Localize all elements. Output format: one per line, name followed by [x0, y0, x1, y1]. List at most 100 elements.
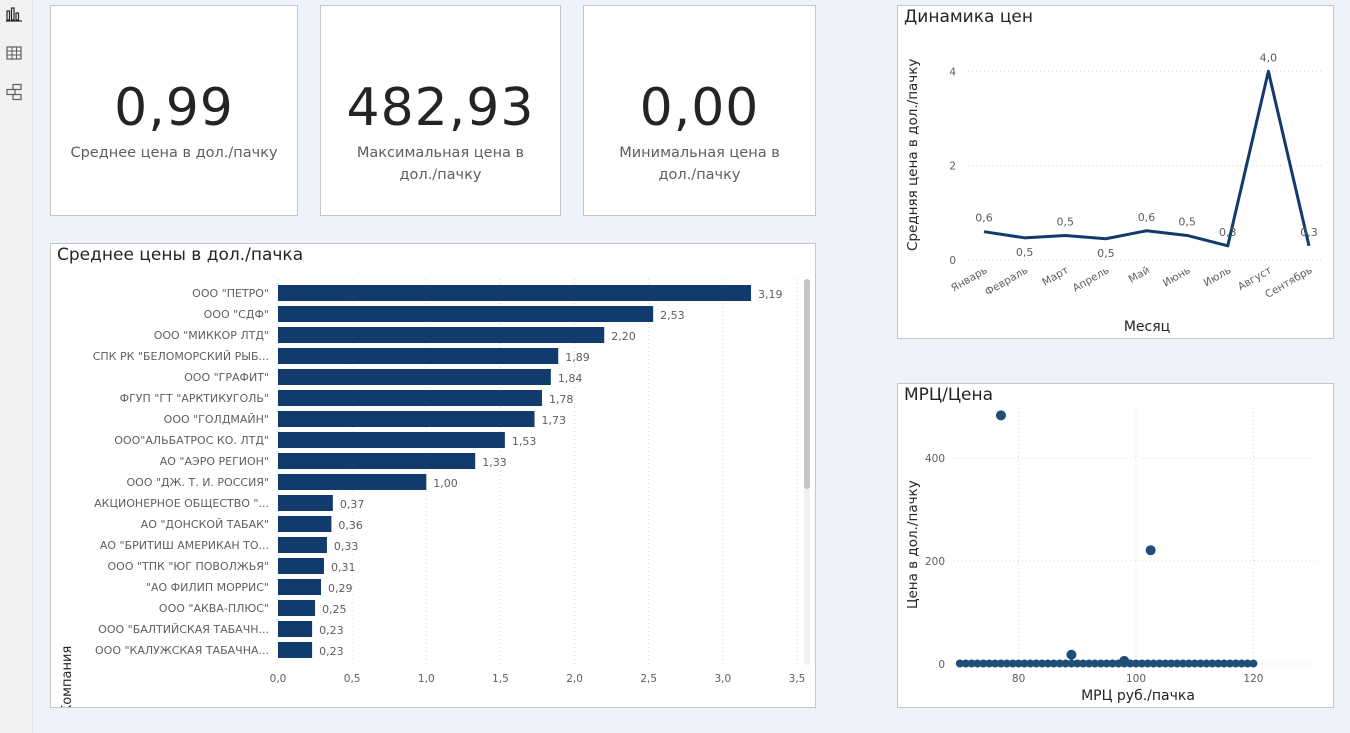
kpi-card-avg: 0,99 Среднее цена в дол./пачку	[50, 5, 298, 216]
y-tick-label: 200	[925, 556, 945, 568]
bar-chart-panel[interactable]: Среднее цены в дол./пачка Компания ООО "…	[50, 243, 816, 708]
data-label: 0,23	[319, 624, 344, 637]
x-tick-label: Май	[1127, 264, 1152, 286]
bar[interactable]	[278, 327, 605, 343]
kpi-label: Максимальная цена в дол./пачку	[356, 145, 525, 183]
category-label: ООО "АКВА-ПЛЮС"	[159, 602, 269, 615]
data-label: 0,37	[340, 498, 365, 511]
kpi-value: 0,99	[114, 78, 234, 138]
bar[interactable]	[278, 495, 333, 511]
kpi-value: 0,00	[639, 78, 760, 138]
data-point[interactable]	[995, 410, 1006, 421]
data-label: 0,31	[331, 561, 356, 574]
category-label: ООО "ГОЛДМАЙН"	[164, 413, 269, 426]
x-tick-label: Июнь	[1161, 264, 1193, 289]
data-point[interactable]	[1145, 545, 1156, 556]
bar[interactable]	[278, 411, 535, 427]
y-tick-label: 0	[938, 659, 945, 671]
x-tick-label: Февраль	[983, 264, 1030, 298]
bar[interactable]	[278, 600, 316, 616]
x-tick-label: 80	[1012, 673, 1025, 685]
y-tick-label: 400	[925, 453, 945, 465]
scrollbar-thumb[interactable]	[804, 279, 810, 489]
y-axis-title: Компания	[60, 646, 75, 707]
data-label: 0,3	[1300, 226, 1318, 239]
data-label: 0,36	[338, 519, 363, 532]
data-point[interactable]	[1119, 655, 1130, 666]
data-label: 0,5	[1178, 215, 1196, 228]
data-label: 0,5	[1057, 215, 1075, 228]
data-label: 0,6	[1138, 211, 1156, 224]
data-label: 1,33	[482, 456, 507, 469]
kpi-card-min: 0,00 Минимальная цена в дол./пачку	[583, 5, 816, 216]
bar[interactable]	[278, 453, 476, 469]
data-label: 1,73	[542, 414, 567, 427]
category-label: ООО "ТПК "ЮГ ПОВОЛЖЬЯ"	[108, 560, 269, 573]
data-label: 1,84	[558, 372, 583, 385]
data-label: 1,53	[512, 435, 537, 448]
category-label: ООО "МИККОР ЛТД"	[154, 329, 269, 342]
bar[interactable]	[278, 516, 332, 532]
table-icon[interactable]	[5, 44, 23, 62]
data-label: 0,33	[334, 540, 359, 553]
bar[interactable]	[278, 537, 327, 553]
y-tick-label: 0	[949, 255, 956, 267]
bar-chart-icon[interactable]	[5, 5, 23, 23]
data-label: 0,6	[975, 212, 993, 225]
category-label: АО "АЭРО РЕГИОН"	[160, 455, 269, 468]
bar[interactable]	[278, 306, 654, 322]
line-chart: Средняя цена в дол./пачку Месяц 024 Янва…	[905, 51, 1323, 335]
bar[interactable]	[278, 558, 324, 574]
category-label: АО "ДОНСКОЙ ТАБАК"	[141, 518, 269, 531]
x-tick-label: 100	[1126, 673, 1146, 685]
bar[interactable]	[278, 432, 505, 448]
data-label: 1,78	[549, 393, 574, 406]
category-label: ООО "СДФ"	[204, 308, 269, 321]
data-label: 0,29	[328, 582, 353, 595]
data-point[interactable]	[1249, 659, 1258, 668]
category-label: ООО "ДЖ. Т. И. РОССИЯ"	[127, 476, 269, 489]
y-axis-title: Средняя цена в дол./пачку	[905, 59, 921, 251]
left-sidebar	[0, 0, 33, 733]
data-label: 1,00	[433, 477, 458, 490]
category-label: ФГУП "ГТ "АРКТИКУГОЛЬ"	[120, 392, 269, 405]
x-tick-label: 3,5	[789, 673, 806, 685]
x-tick-label: 3,0	[715, 673, 732, 685]
x-tick-label: 0,5	[344, 673, 361, 685]
bar[interactable]	[278, 621, 313, 637]
kpi-label: Минимальная цена в дол./пачку	[619, 145, 780, 183]
category-label: СПК РК "БЕЛОМОРСКИЙ РЫБ...	[93, 350, 269, 363]
data-label: 1,89	[565, 351, 590, 364]
data-label: 0,5	[1097, 247, 1115, 260]
line-chart-panel[interactable]: Динамика цен Средняя цена в дол./пачку М…	[897, 5, 1334, 339]
x-axis-title: МРЦ руб./пачка	[1081, 688, 1195, 704]
scatter-chart: Цена в дол./пачку МРЦ руб./пачка 0 200 400…	[905, 404, 1318, 704]
data-label: 3,19	[758, 288, 783, 301]
kpi-label: Среднее цена в дол./пачку	[70, 145, 278, 161]
y-axis-title: Цена в дол./пачку	[905, 480, 921, 609]
y-tick-label: 4	[949, 66, 956, 78]
scatter-chart-panel[interactable]: МРЦ/Цена Цена в дол./пачку МРЦ руб./пачк…	[897, 383, 1334, 708]
data-label: 0,5	[1016, 246, 1034, 259]
data-point[interactable]	[1066, 649, 1077, 660]
x-tick-label: Апрель	[1071, 264, 1112, 294]
category-label: ООО "ГРАФИТ"	[184, 371, 269, 384]
bar[interactable]	[278, 348, 559, 364]
bar[interactable]	[278, 579, 322, 595]
bar[interactable]	[278, 369, 551, 385]
bar[interactable]	[278, 285, 752, 301]
x-axis-title: Месяц	[1124, 319, 1170, 335]
x-tick-label: Март	[1040, 264, 1070, 289]
model-icon[interactable]	[5, 83, 23, 101]
y-tick-label: 2	[949, 161, 956, 173]
x-tick-label: 120	[1243, 673, 1263, 685]
bar[interactable]	[278, 474, 427, 490]
data-label: 0,23	[319, 645, 344, 658]
x-tick-label: 1,5	[492, 673, 509, 685]
category-label: АО "БРИТИШ АМЕРИКАН ТО...	[100, 539, 269, 552]
bar[interactable]	[278, 642, 313, 658]
bar-chart: Компания ООО "ПЕТРО" ООО "СДФ" ООО "МИККОР…	[60, 279, 810, 707]
bar[interactable]	[278, 390, 542, 406]
kpi-value: 482,93	[346, 78, 535, 138]
category-label: АКЦИОНЕРНОЕ ОБЩЕСТВО "...	[94, 497, 269, 510]
